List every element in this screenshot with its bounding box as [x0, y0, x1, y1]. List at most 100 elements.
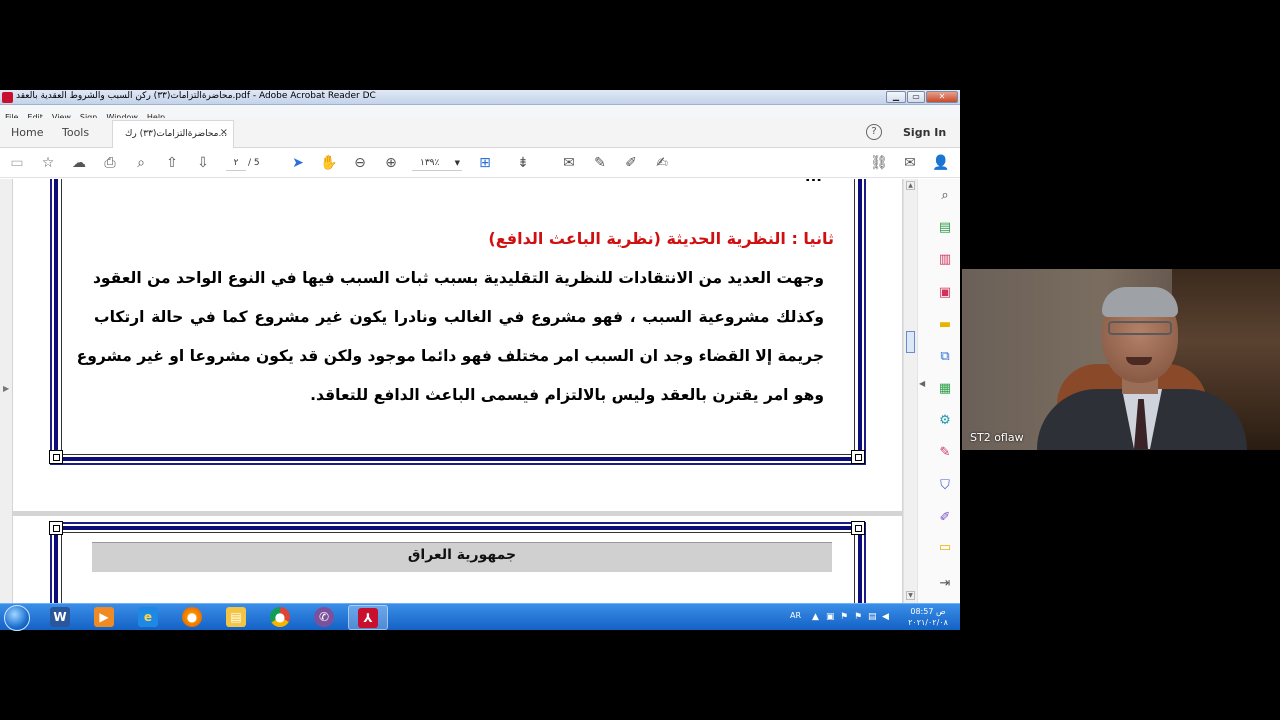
protect-shield-icon[interactable]: ⛉: [936, 477, 954, 495]
draw-icon[interactable]: ✐: [621, 153, 641, 173]
zoom-in-icon[interactable]: ⊕: [381, 153, 401, 173]
word-icon: W: [50, 607, 70, 627]
border-corner-ornament: [49, 450, 63, 464]
previous-page-icon[interactable]: ⇧: [162, 153, 182, 173]
close-tab-icon[interactable]: ×: [220, 127, 228, 138]
paragraph-line: وكذلك مشروعية السبب ، فهو مشروع في الغال…: [94, 308, 824, 326]
window-title: محاضرةالتزامات(٣٣) ركن السبب والشروط الع…: [16, 91, 376, 101]
tab-tools[interactable]: Tools: [62, 126, 89, 139]
bookmark-star-icon[interactable]: ☆: [38, 153, 58, 173]
tray-network-icon[interactable]: ▤: [868, 612, 877, 622]
screen: محاضرةالتزامات(٣٣) ركن السبب والشروط الع…: [0, 0, 1280, 720]
add-person-icon[interactable]: 👤: [931, 153, 951, 173]
pdf-page-next: جمهورية العراق: [13, 516, 902, 603]
tray-action-flag-icon[interactable]: ⚑: [854, 612, 862, 622]
tray-expand-icon[interactable]: ▲: [812, 612, 819, 622]
taskbar-media-player[interactable]: ▶: [84, 605, 124, 630]
acrobat-icon: ⅄: [358, 608, 378, 628]
left-panel-strip[interactable]: ▶: [0, 179, 12, 603]
taskbar-firefox[interactable]: ●: [172, 605, 212, 630]
vertical-scrollbar[interactable]: ▲ ▼: [903, 179, 917, 603]
save-icon[interactable]: ▭: [7, 153, 27, 173]
maximize-button[interactable]: ▭: [907, 91, 925, 103]
taskbar-acrobat[interactable]: ⅄: [348, 605, 388, 630]
border-corner-ornament: [851, 521, 865, 535]
language-indicator[interactable]: AR: [790, 611, 801, 620]
taskbar-viber[interactable]: ✆: [304, 605, 344, 630]
help-icon[interactable]: ?: [866, 124, 882, 140]
create-pdf-icon[interactable]: ▣: [936, 284, 954, 302]
compress-pdf-icon[interactable]: ▦: [936, 380, 954, 398]
scrollbar-thumb[interactable]: [906, 331, 915, 353]
scroll-down-icon[interactable]: ▼: [906, 591, 915, 600]
email-icon[interactable]: ✉: [900, 153, 920, 173]
clock-date: ٢٠٢١/٠٢/٠٨: [908, 618, 948, 627]
fill-sign-icon[interactable]: ✍: [652, 153, 672, 173]
hand-tool-icon[interactable]: ✋: [319, 153, 339, 173]
print-icon[interactable]: ⎙: [100, 153, 120, 173]
sign-pen-icon[interactable]: ✐: [936, 509, 954, 527]
tab-bar: Home Tools محاضرةالتزامات(٣٣) رك... × ? …: [0, 118, 960, 148]
tab-document[interactable]: محاضرةالتزامات(٣٣) رك... ×: [112, 120, 234, 148]
firefox-icon: ●: [182, 607, 202, 627]
page-fit-icon[interactable]: ⊞: [475, 153, 495, 173]
scroll-mode-icon[interactable]: ⇟: [513, 153, 533, 173]
combine-files-icon[interactable]: ⧉: [936, 348, 954, 366]
expand-left-panel-icon[interactable]: ▶: [3, 384, 9, 393]
toolbar: ▭ ☆ ☁ ⎙ ⌕ ⇧ ⇩ ٢ / 5 ➤ ✋ ⊖ ⊕ ١٣٩٪ ▼ ⊞ ⇟ ✉…: [0, 148, 960, 178]
comment-tool-icon[interactable]: ▬: [936, 316, 954, 334]
collapse-panel-icon[interactable]: ◀: [919, 379, 925, 388]
tray-flag-icon[interactable]: ⚑: [840, 612, 848, 622]
zoom-out-icon[interactable]: ⊖: [350, 153, 370, 173]
system-tray: AR ▲ ▣ ⚑ ⚑ ▤ ◀ 08:57 ص ٢٠٢١/٠٢/٠٨: [780, 604, 960, 631]
webcam-hair: [1102, 287, 1178, 317]
page-number-input[interactable]: ٢: [226, 155, 246, 171]
page-header-text: جمهورية العراق: [407, 547, 517, 563]
page-total: / 5: [248, 158, 260, 168]
select-cursor-icon[interactable]: ➤: [288, 153, 308, 173]
sign-in-button[interactable]: Sign In: [903, 126, 946, 139]
expand-panel-icon[interactable]: ⇥: [936, 575, 954, 593]
share-link-icon[interactable]: ⛓: [869, 153, 889, 173]
media-player-icon: ▶: [94, 607, 114, 627]
search-icon[interactable]: ⌕: [936, 187, 954, 205]
zoom-level-select[interactable]: ١٣٩٪ ▼: [412, 155, 462, 171]
next-page-icon[interactable]: ⇩: [193, 153, 213, 173]
acrobat-window: محاضرةالتزامات(٣٣) ركن السبب والشروط الع…: [0, 90, 960, 603]
send-for-review-icon[interactable]: ⚙: [936, 412, 954, 430]
organize-pages-icon[interactable]: ▥: [936, 251, 954, 269]
document-view[interactable]: ▶ ... ثانيا : النظرية الحديثة (نظرية الب…: [0, 179, 903, 603]
document-tab-label: محاضرةالتزامات(٣٣) رك...: [125, 129, 228, 139]
minimize-button[interactable]: ▁: [886, 91, 906, 103]
tray-device-icon[interactable]: ▣: [826, 612, 835, 622]
start-button[interactable]: [4, 605, 30, 631]
paragraph-line: وهو امر يقترن بالعقد وليس بالالتزام فيسم…: [310, 386, 824, 404]
more-tools-icon[interactable]: ▭: [936, 539, 954, 557]
fill-and-sign-icon[interactable]: ✎: [936, 444, 954, 462]
upload-cloud-icon[interactable]: ☁: [69, 153, 89, 173]
menu-bar: FileEditViewSignWindowHelp: [0, 105, 960, 122]
close-window-button[interactable]: ✕: [926, 91, 958, 103]
highlight-pen-icon[interactable]: ✎: [590, 153, 610, 173]
chrome-icon: ●: [270, 607, 290, 627]
page-header-bar: جمهورية العراق: [92, 542, 832, 572]
taskbar-chrome[interactable]: ●: [260, 605, 300, 630]
taskbar-internet-explorer[interactable]: e: [128, 605, 168, 630]
paragraph-line: وجهت العديد من الانتقادات للنظرية التقلي…: [92, 269, 824, 287]
tab-home[interactable]: Home: [11, 126, 43, 139]
folder-icon: ▤: [226, 607, 246, 627]
comment-icon[interactable]: ✉: [559, 153, 579, 173]
export-pdf-icon[interactable]: ▤: [936, 219, 954, 237]
scroll-up-icon[interactable]: ▲: [906, 181, 915, 190]
tray-volume-icon[interactable]: ◀: [882, 612, 889, 622]
tools-side-panel: ◀ ⌕ ▤ ▥ ▣ ▬ ⧉ ▦ ⚙ ✎ ⛉ ✐ ▭ ⇥: [917, 179, 960, 603]
taskbar-clock[interactable]: 08:57 ص ٢٠٢١/٠٢/٠٨: [898, 606, 958, 628]
taskbar-explorer[interactable]: ▤: [216, 605, 256, 630]
section-heading: ثانيا : النظرية الحديثة (نظرية الباعث ال…: [488, 229, 834, 248]
windows-taskbar: W ▶ e ● ▤ ● ✆ ⅄ AR ▲ ▣ ⚑ ⚑ ▤ ◀ 08:57 ص ٢…: [0, 603, 960, 631]
border-corner-ornament: [851, 450, 865, 464]
viber-icon: ✆: [314, 607, 334, 627]
taskbar-word[interactable]: W: [40, 605, 80, 630]
zoom-search-icon[interactable]: ⌕: [131, 153, 151, 173]
webcam-glasses: [1108, 321, 1172, 335]
